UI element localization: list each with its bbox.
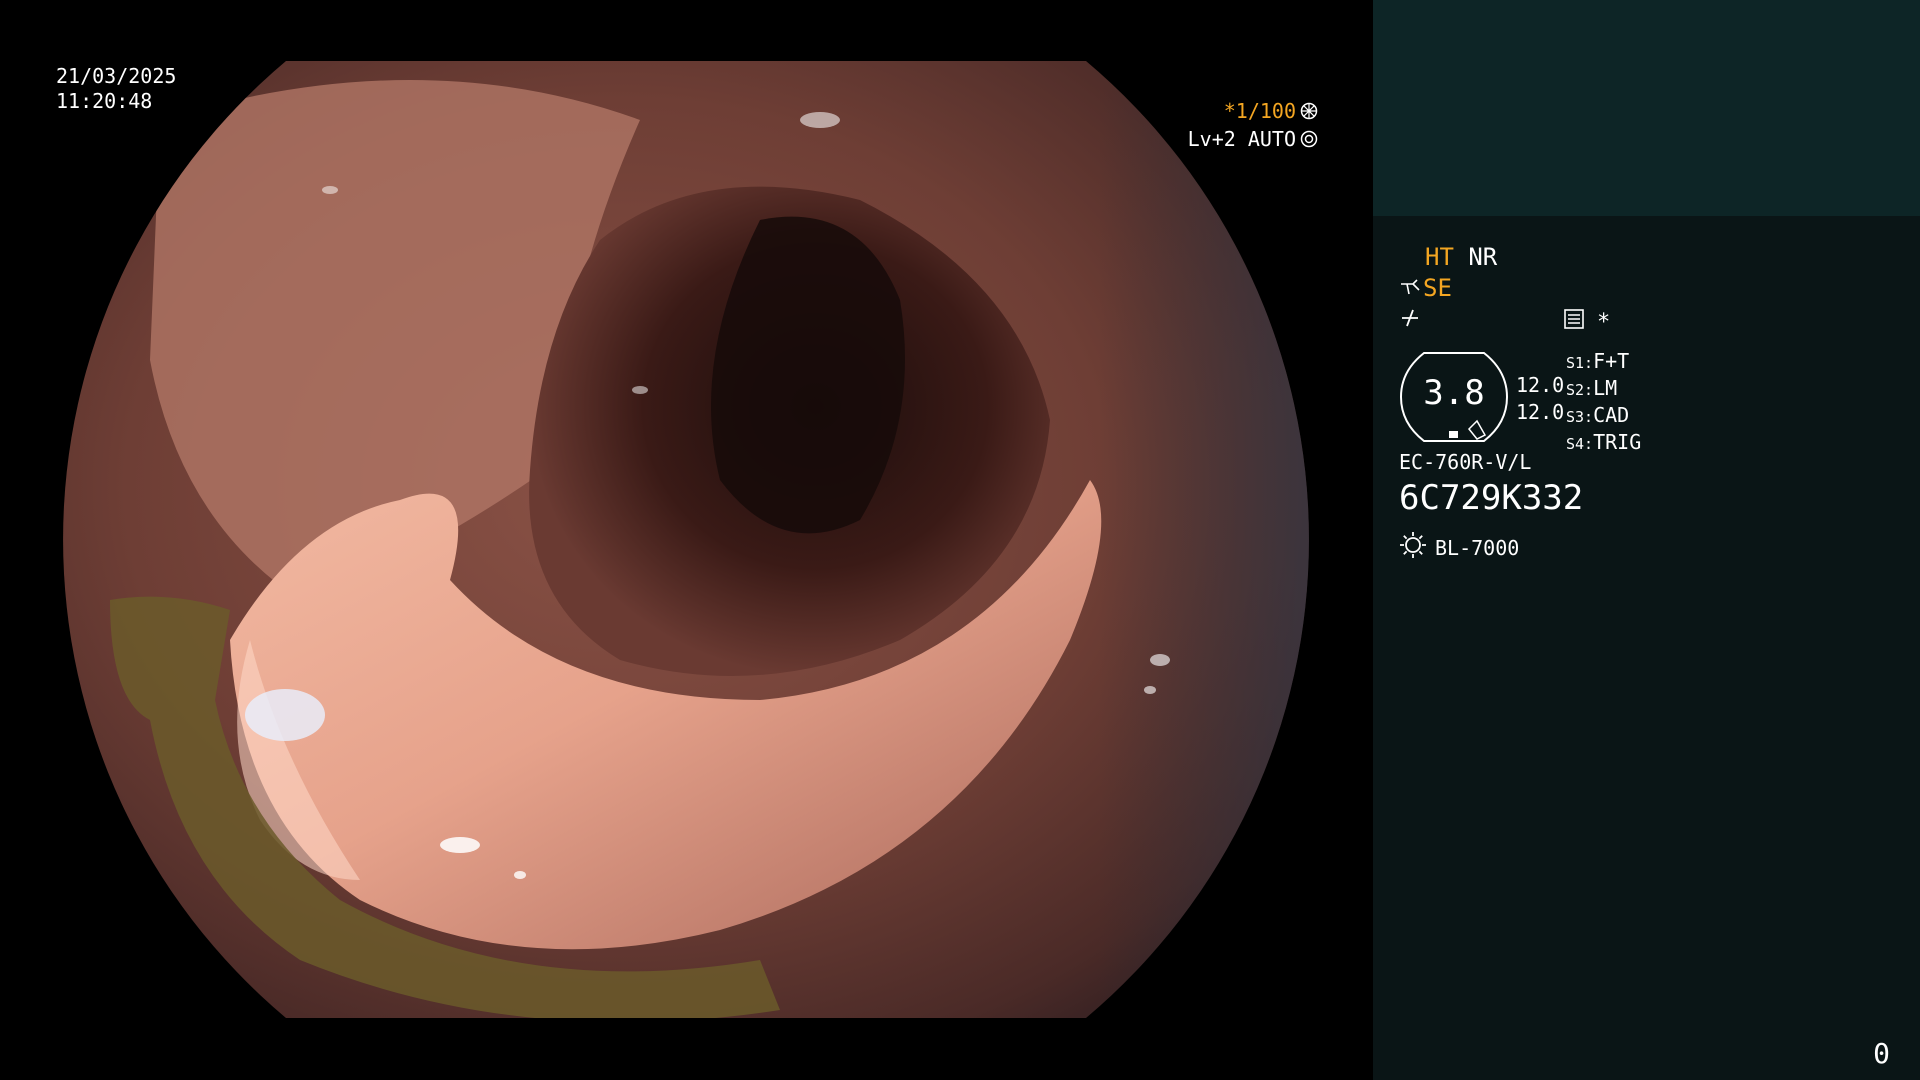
date-text: 21/03/2025 (56, 64, 177, 88)
switch-list: S1:F+T S2:LM S3:CAD S4:TRIG (1566, 349, 1641, 457)
se-label: SE (1423, 274, 1452, 302)
time-text: 11:20:48 (56, 89, 153, 113)
switch-key: S2: (1566, 381, 1594, 399)
endoscope-view: 21/03/2025 11:20:48 *1/100 Lv+2 AUTO (0, 0, 1372, 1080)
switch-value: LM (1593, 376, 1618, 400)
scope-serial: 6C729K332 (1399, 478, 1584, 518)
datetime-overlay: 21/03/2025 11:20:48 (56, 64, 176, 114)
dial-number-2: 12.0 (1516, 400, 1565, 424)
enhance-icon (1399, 306, 1421, 335)
light-source-label: BL-7000 (1435, 536, 1520, 560)
enhance-indicator (1399, 306, 1421, 335)
shutter-indicator: *1/100 (1224, 99, 1318, 123)
dial-display: 3.8 (1399, 351, 1509, 443)
level-text: Lv+2 AUTO (1187, 127, 1296, 151)
ht-label: HT (1425, 243, 1454, 271)
se-mode: SE (1399, 275, 1452, 301)
star-label: * (1597, 309, 1611, 335)
shutter-text: *1/100 (1223, 99, 1296, 123)
endoscopy-image (63, 61, 1309, 1018)
frame-counter: 0 (1873, 1037, 1890, 1070)
info-panel: HT NR SE * 3.8 12.0 12.0 S1:F+T S2:LM S3… (1373, 0, 1920, 1080)
switch-value: TRIG (1593, 430, 1642, 454)
scope-model: EC-760R-V/L (1399, 450, 1532, 474)
switch-key: S3: (1566, 408, 1594, 426)
processing-modes: HT NR (1425, 244, 1497, 270)
light-source: BL-7000 (1399, 531, 1519, 565)
memory-icon (1563, 308, 1585, 337)
iris-icon (1300, 130, 1318, 148)
dial-value: 3.8 (1423, 373, 1485, 413)
switch-key: S1: (1566, 354, 1594, 372)
aperture-icon (1300, 102, 1318, 120)
level-indicator: Lv+2 AUTO (1188, 127, 1318, 151)
switch-item: S2:LM (1566, 376, 1641, 403)
switch-key: S4: (1566, 435, 1594, 453)
memory-indicator: * (1563, 308, 1610, 337)
scope-icon (1399, 275, 1421, 301)
switch-value: CAD (1593, 403, 1630, 427)
switch-item: S3:CAD (1566, 403, 1641, 430)
light-icon (1399, 531, 1427, 565)
dial-numbers: 12.0 12.0 (1516, 372, 1564, 426)
panel-top-box (1373, 0, 1920, 216)
switch-item: S1:F+T (1566, 349, 1641, 376)
dial-number-1: 12.0 (1516, 373, 1565, 397)
switch-item: S4:TRIG (1566, 430, 1641, 457)
switch-value: F+T (1593, 349, 1630, 373)
nr-label: NR (1468, 243, 1498, 271)
